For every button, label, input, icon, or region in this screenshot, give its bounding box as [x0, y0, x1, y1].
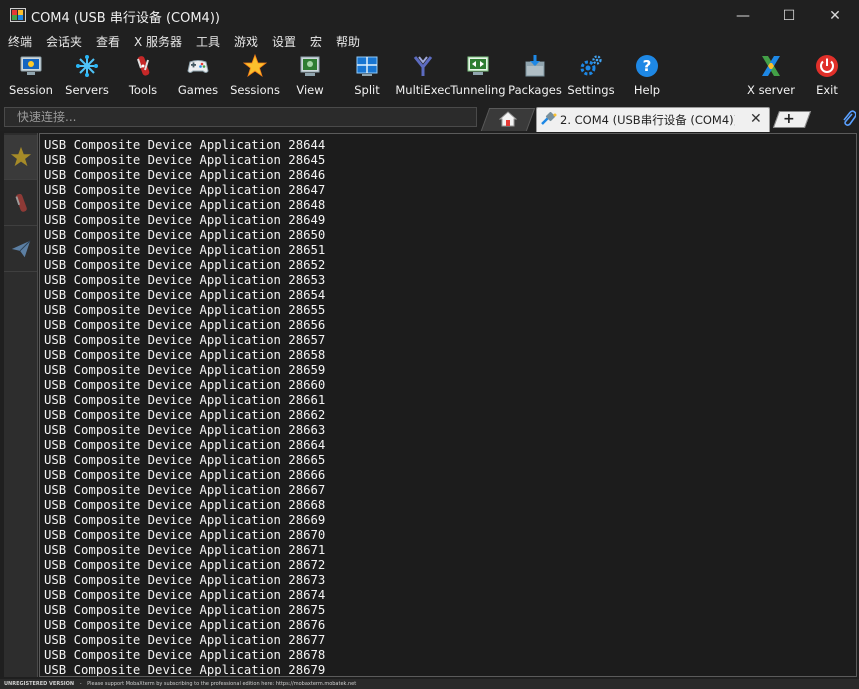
terminal-line: USB Composite Device Application 28676 — [44, 618, 326, 632]
tab-close-icon[interactable]: ✕ — [750, 111, 762, 127]
terminal-line: USB Composite Device Application 28654 — [44, 288, 326, 302]
terminal-line: USB Composite Device Application 28660 — [44, 378, 326, 392]
minimize-button[interactable]: — — [720, 0, 766, 31]
menu-macros[interactable]: 宏 — [310, 33, 322, 50]
terminal-line: USB Composite Device Application 28655 — [44, 303, 326, 317]
terminal-line: USB Composite Device Application 28662 — [44, 408, 326, 422]
app-icon — [10, 8, 26, 22]
terminal-line: USB Composite Device Application 28677 — [44, 633, 326, 647]
view-icon — [300, 56, 320, 76]
sidebar-tools-button[interactable] — [4, 181, 37, 226]
menu-xserver[interactable]: X 服务器 — [134, 33, 182, 50]
terminal-line: USB Composite Device Application 28679 — [44, 663, 326, 677]
menu-sessions[interactable]: 会话夹 — [46, 33, 82, 50]
packages-icon — [525, 55, 545, 77]
terminal-line: USB Composite Device Application 28675 — [44, 603, 326, 617]
status-bar: UNREGISTERED VERSION - Please support Mo… — [0, 679, 859, 689]
power-icon — [816, 55, 838, 77]
sidebar-sessions-button[interactable] — [4, 135, 37, 180]
menu-settings[interactable]: 设置 — [272, 33, 296, 50]
sidebar-macros-button[interactable] — [4, 227, 37, 272]
terminal-line: USB Composite Device Application 28669 — [44, 513, 326, 527]
terminal-line: USB Composite Device Application 28658 — [44, 348, 326, 362]
terminal-line: USB Composite Device Application 28667 — [44, 483, 326, 497]
quick-connect-input[interactable] — [4, 107, 477, 127]
paperclip-icon[interactable] — [840, 109, 856, 127]
maximize-button[interactable]: ☐ — [766, 0, 812, 31]
status-separator: - — [79, 681, 82, 687]
terminal-line: USB Composite Device Application 28651 — [44, 243, 326, 257]
terminal-line: USB Composite Device Application 28674 — [44, 588, 326, 602]
tab-row: 2. COM4 (USB串行设备 (COM4)) ✕ + — [0, 103, 859, 132]
terminal-line: USB Composite Device Application 28650 — [44, 228, 326, 242]
title-bar: COM4 (USB 串行设备 (COM4)) — ☐ ✕ — [0, 0, 859, 31]
exit-label: Exit — [816, 83, 838, 97]
session-icon — [20, 56, 42, 75]
terminal-line: USB Composite Device Application 28663 — [44, 423, 326, 437]
tunneling-icon — [467, 56, 489, 75]
terminal-line: USB Composite Device Application 28645 — [44, 153, 326, 167]
terminal-line: USB Composite Device Application 28671 — [44, 543, 326, 557]
gear-icon — [580, 55, 602, 76]
tools-icon — [15, 193, 27, 212]
terminal-line: USB Composite Device Application 28653 — [44, 273, 326, 287]
terminal-line: USB Composite Device Application 28665 — [44, 453, 326, 467]
tab-com4-label: 2. COM4 (USB串行设备 (COM4)) — [560, 113, 735, 127]
terminal-line: USB Composite Device Application 28678 — [44, 648, 326, 662]
gamepad-icon — [187, 60, 209, 73]
menu-view[interactable]: 查看 — [96, 33, 120, 50]
unregistered-version-text: UNREGISTERED VERSION — [4, 681, 75, 687]
servers-icon — [76, 55, 98, 77]
terminal-lines: USB Composite Device Application 28644 US… — [44, 138, 326, 677]
terminal-line: USB Composite Device Application 28647 — [44, 183, 326, 197]
terminal-line: USB Composite Device Application 28646 — [44, 168, 326, 182]
paper-plane-icon — [11, 240, 30, 258]
split-icon — [356, 56, 378, 76]
terminal-line: USB Composite Device Application 28657 — [44, 333, 326, 347]
menu-bar: 终端 会话夹 查看 X 服务器 工具 游戏 设置 宏 帮助 — [0, 31, 859, 51]
terminal-line: USB Composite Device Application 28673 — [44, 573, 326, 587]
toolbar: Session Servers Tools Games Sessions Vie… — [0, 51, 859, 103]
terminal-line: USB Composite Device Application 28659 — [44, 363, 326, 377]
close-window-button[interactable]: ✕ — [812, 0, 858, 31]
terminal-line: USB Composite Device Application 28652 — [44, 258, 326, 272]
multiexec-icon — [413, 56, 433, 76]
terminal-line: USB Composite Device Application 28664 — [44, 438, 326, 452]
terminal-line: USB Composite Device Application 28649 — [44, 213, 326, 227]
menu-tools[interactable]: 工具 — [196, 33, 220, 50]
terminal-line: USB Composite Device Application 28666 — [44, 468, 326, 482]
menu-games[interactable]: 游戏 — [234, 33, 258, 50]
svg-text:?: ? — [643, 57, 652, 75]
terminal-line: USB Composite Device Application 28672 — [44, 558, 326, 572]
terminal-line: USB Composite Device Application 28648 — [44, 198, 326, 212]
terminal-line: USB Composite Device Application 28670 — [44, 528, 326, 542]
terminal-line: USB Composite Device Application 28668 — [44, 498, 326, 512]
exit-button[interactable]: Exit — [797, 51, 857, 103]
serial-port-icon — [541, 112, 557, 125]
help-button[interactable]: ? Help — [617, 51, 677, 103]
support-message: Please support MobaXterm by subscribing … — [87, 681, 275, 687]
terminal-line: USB Composite Device Application 28661 — [44, 393, 326, 407]
help-icon: ? — [636, 55, 658, 77]
terminal-line: USB Composite Device Application 28644 — [44, 138, 326, 152]
terminal-line: USB Composite Device Application 28656 — [44, 318, 326, 332]
tools-icon — [137, 56, 150, 76]
xserver-icon — [762, 56, 780, 76]
star-icon — [243, 54, 267, 78]
help-label: Help — [633, 83, 661, 97]
home-icon — [499, 111, 517, 127]
plus-icon: + — [783, 111, 795, 127]
terminal-output[interactable]: USB Composite Device Application 28644 US… — [39, 133, 857, 677]
subscribe-link[interactable]: https://mobaxterm.mobatek.net — [276, 681, 356, 687]
menu-terminal[interactable]: 终端 — [8, 33, 32, 50]
menu-help[interactable]: 帮助 — [336, 33, 360, 50]
left-sidebar — [4, 133, 38, 677]
window-title: COM4 (USB 串行设备 (COM4)) — [31, 11, 220, 26]
star-icon — [10, 146, 31, 167]
